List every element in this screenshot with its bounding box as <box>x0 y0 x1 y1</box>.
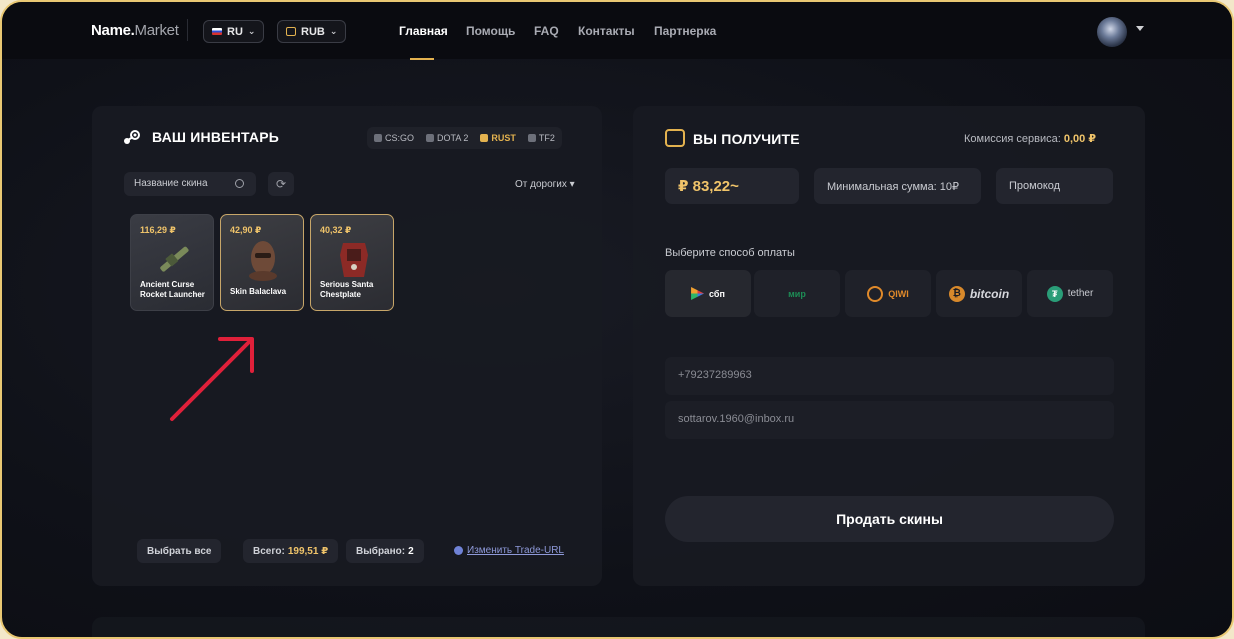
item-price: 40,32 ₽ <box>320 225 352 235</box>
tab-label: DOTA 2 <box>437 133 469 143</box>
nav-faq[interactable]: FAQ <box>534 24 559 38</box>
item-price: 116,29 ₽ <box>140 225 176 235</box>
active-nav-indicator <box>410 58 434 60</box>
pay-method-bitcoin[interactable]: ₿ bitcoin <box>936 270 1022 317</box>
email-input[interactable]: sottarov.1960@inbox.ru <box>665 401 1114 439</box>
qiwi-icon <box>867 285 884 302</box>
item-card-selected[interactable]: 42,90 ₽ Skin Balaclava <box>220 214 304 311</box>
app-window: Name.Market RU ⌄ RUB ⌄ Главная Помощь FA… <box>0 0 1234 639</box>
total-label: Всего: <box>253 545 285 557</box>
promo-code-input[interactable]: Промокод <box>996 168 1113 204</box>
phone-input[interactable]: +79237289963 <box>665 357 1114 395</box>
method-label: мир <box>788 288 806 299</box>
currency-value: RUB <box>301 25 325 38</box>
nav-home[interactable]: Главная <box>399 24 448 38</box>
trade-url-label: Изменить Trade-URL <box>467 545 564 556</box>
refresh-icon: ⟳ <box>275 177 287 191</box>
chevron-down-icon: ▾ <box>569 179 575 190</box>
sort-dropdown[interactable]: От дорогих ▾ <box>515 179 575 190</box>
sbp-icon <box>691 287 705 300</box>
tab-label: CS:GO <box>385 133 415 143</box>
logo[interactable]: Name.Market <box>91 22 179 39</box>
bitcoin-icon: ₿ <box>948 285 965 302</box>
item-card-selected[interactable]: 40,32 ₽ Serious Santa Chestplate <box>310 214 394 311</box>
steam-icon <box>124 130 140 144</box>
currency-select[interactable]: RUB ⌄ <box>277 20 347 43</box>
method-label: QIWI <box>888 288 909 299</box>
wallet-icon <box>286 27 296 36</box>
nav-contacts[interactable]: Контакты <box>578 24 635 38</box>
chevron-down-icon: ⌄ <box>329 26 338 36</box>
tab-rust[interactable]: RUST <box>475 129 521 147</box>
payout-title: ВЫ ПОЛУЧИТЕ <box>693 131 800 147</box>
dota2-icon <box>426 134 435 142</box>
payout-amount: ₽ 83,22~ <box>665 168 799 204</box>
tab-label: RUST <box>491 133 516 143</box>
sell-skins-button[interactable]: Продать скины <box>665 496 1114 542</box>
inventory-title: ВАШ ИНВЕНТАРЬ <box>152 129 279 145</box>
total-badge: Всего: 199,51 ₽ <box>243 539 339 563</box>
method-label: сбп <box>709 288 725 299</box>
wallet-icon <box>665 129 685 147</box>
footer-panel <box>92 617 1145 637</box>
total-value: 199,51 ₽ <box>287 545 329 557</box>
pay-method-qiwi[interactable]: QIWI <box>845 270 931 317</box>
item-name: Ancient Curse Rocket Launcher <box>140 280 205 299</box>
select-all-button[interactable]: Выбрать все <box>137 539 222 563</box>
min-sum-info: Минимальная сумма: 10₽ <box>814 168 981 204</box>
tab-csgo[interactable]: CS:GO <box>369 129 419 147</box>
change-trade-url-link[interactable]: Изменить Trade-URL <box>454 545 564 556</box>
chestplate-image <box>340 243 368 277</box>
divider <box>187 19 188 41</box>
nav-help[interactable]: Помощь <box>466 24 515 38</box>
nav-partners[interactable]: Партнерка <box>654 24 716 38</box>
item-price: 42,90 ₽ <box>230 225 262 235</box>
avatar[interactable] <box>1097 17 1127 47</box>
service-fee: Комиссия сервиса: 0,00 ₽ <box>964 132 1096 145</box>
tab-label: TF2 <box>538 133 555 143</box>
pay-method-tether[interactable]: ₮ tether <box>1027 270 1113 317</box>
item-name: Skin Balaclava <box>230 287 287 296</box>
refresh-button[interactable]: ⟳ <box>268 172 294 196</box>
selected-badge: Выбрано: 2 <box>346 539 424 563</box>
pay-method-sbp[interactable]: сбп <box>665 270 751 317</box>
tether-icon: ₮ <box>1046 285 1063 302</box>
fee-label: Комиссия сервиса: <box>964 133 1061 145</box>
chevron-down-icon[interactable] <box>1136 26 1144 31</box>
pay-method-mir[interactable]: мир <box>754 270 840 317</box>
annotation-arrow <box>170 337 254 421</box>
tab-dota2[interactable]: DOTA 2 <box>421 129 473 147</box>
language-select[interactable]: RU ⌄ <box>203 20 265 43</box>
payment-method-label: Выберите способ оплаты <box>665 247 795 259</box>
tab-tf2[interactable]: TF2 <box>523 129 560 147</box>
rust-icon <box>480 134 489 142</box>
method-label: bitcoin <box>969 286 1010 301</box>
chevron-down-icon: ⌄ <box>247 26 256 36</box>
link-icon <box>454 546 463 555</box>
item-card[interactable]: 116,29 ₽ Ancient Curse Rocket Launcher <box>130 214 214 311</box>
search-icon[interactable] <box>235 179 244 188</box>
csgo-icon <box>374 134 382 142</box>
selected-label: Выбрано: <box>356 545 406 557</box>
flag-ru-icon <box>212 28 222 35</box>
game-tabs: CS:GO DOTA 2 RUST TF2 <box>367 127 562 149</box>
selected-value: 2 <box>408 545 414 557</box>
method-label: tether <box>1067 288 1094 299</box>
fee-value: 0,00 ₽ <box>1063 133 1096 145</box>
language-value: RU <box>227 25 243 38</box>
tf2-icon <box>527 134 536 142</box>
sort-label: От дорогих <box>515 179 567 190</box>
balaclava-image <box>249 241 277 281</box>
rocket-launcher-image <box>160 246 189 272</box>
item-name: Serious Santa Chestplate <box>320 280 374 299</box>
